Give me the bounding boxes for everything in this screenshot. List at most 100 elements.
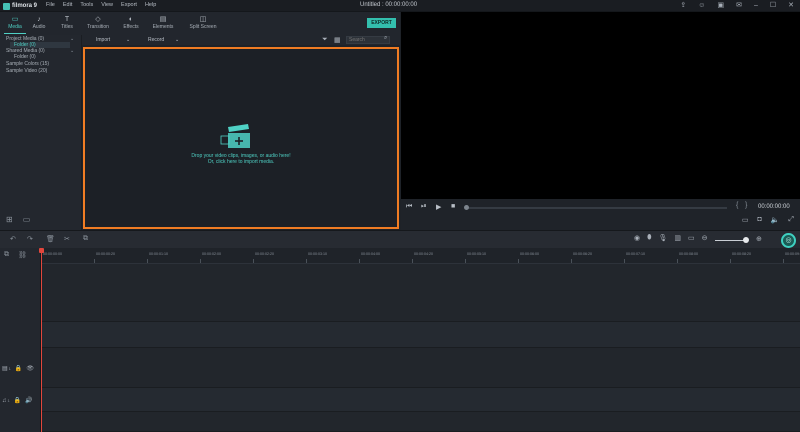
render-button[interactable]: ◎ bbox=[781, 233, 796, 248]
previous-frame-icon[interactable]: ⏮ bbox=[406, 203, 412, 211]
filter-icon[interactable]: ⏷ bbox=[322, 36, 328, 44]
chevron-down-icon[interactable]: ⌄ bbox=[70, 36, 74, 42]
render-preview-icon[interactable]: ◉ bbox=[634, 234, 640, 242]
mark-in-icon[interactable]: { bbox=[736, 202, 738, 209]
chevron-down-icon[interactable]: ⌄ bbox=[175, 37, 179, 43]
window-controls: ⇪ ☺ ▣ ✉ – ☐ ✕ bbox=[680, 1, 794, 11]
account-icon[interactable]: ☺ bbox=[698, 1, 705, 11]
split-screen-icon: ◫ bbox=[199, 16, 207, 23]
marker-icon[interactable]: ⬮ bbox=[647, 234, 651, 242]
gift-icon[interactable]: ▣ bbox=[717, 1, 724, 11]
preview-scrubber[interactable] bbox=[467, 207, 727, 209]
timeline-tools-right: ◉ ⬮ 🎙 ▥ ▭ ⊖ bbox=[634, 234, 708, 242]
microphone-icon[interactable]: 🎙 bbox=[659, 234, 668, 242]
lock-icon[interactable]: 🔒 bbox=[15, 365, 22, 372]
folder-panel: ⌄ Project Media (0) Folder (0) ⌄ Shared … bbox=[0, 35, 82, 230]
redo-icon[interactable]: ↷ bbox=[27, 235, 33, 243]
monitor-icon[interactable]: ▭ bbox=[742, 216, 749, 224]
ruler-tick bbox=[518, 259, 519, 263]
scrubber-handle[interactable] bbox=[464, 205, 469, 210]
empty-lane bbox=[41, 322, 800, 348]
record-dropdown[interactable]: Record bbox=[148, 37, 164, 43]
voiceover-icon[interactable]: ▭ bbox=[688, 234, 695, 242]
volume-icon[interactable]: 🔈 bbox=[771, 216, 780, 224]
ruler-tick-label: 00:00:08:00 bbox=[679, 252, 698, 256]
empty-lane bbox=[41, 412, 800, 432]
folder-sample-colors[interactable]: Sample Colors (15) bbox=[6, 61, 49, 67]
video-track-lane[interactable] bbox=[41, 348, 800, 388]
cut-icon[interactable]: ✂ bbox=[64, 235, 70, 243]
grid-view-icon[interactable]: ▦ bbox=[334, 36, 341, 44]
menu-file[interactable]: File bbox=[46, 2, 55, 8]
folder-actions: ⊞ ▭ bbox=[6, 215, 30, 224]
audio-track-lane[interactable] bbox=[41, 388, 800, 412]
minimize-icon[interactable]: – bbox=[754, 1, 758, 11]
link-icon[interactable]: ⛓ bbox=[18, 251, 27, 259]
tab-split-screen[interactable]: ◫ Split Screen bbox=[186, 15, 220, 30]
app-logo: filmora 9 bbox=[3, 2, 37, 10]
menu-export[interactable]: Export bbox=[121, 2, 137, 8]
ruler-tick bbox=[624, 259, 625, 263]
zoom-out-icon[interactable]: ⊖ bbox=[702, 234, 708, 242]
timeline-ruler[interactable]: 00:00:00:00 00:00:00:20 00:00:01:10 00:00:0… bbox=[41, 248, 800, 264]
menu-edit[interactable]: Edit bbox=[63, 2, 72, 8]
ruler-tick bbox=[571, 259, 572, 263]
add-track-icon[interactable]: ⧉ bbox=[4, 251, 9, 259]
playhead-handle[interactable] bbox=[39, 248, 44, 253]
stop-icon[interactable]: ■ bbox=[451, 203, 455, 210]
playhead[interactable] bbox=[41, 250, 42, 432]
folder-icon[interactable]: ▭ bbox=[23, 215, 31, 224]
search-icon[interactable]: ⌕ bbox=[384, 35, 387, 42]
tab-titles[interactable]: T Titles bbox=[52, 15, 82, 30]
text-icon: T bbox=[64, 16, 70, 23]
tab-label: Titles bbox=[61, 24, 73, 30]
menu-view[interactable]: View bbox=[101, 2, 113, 8]
close-icon[interactable]: ✕ bbox=[788, 1, 794, 11]
ruler-tick-label: 00:00:02:00 bbox=[202, 252, 221, 256]
tab-transition[interactable]: ◇ Transition bbox=[83, 15, 113, 30]
ruler-tick bbox=[253, 259, 254, 263]
folder-shared-folder[interactable]: Folder (0) bbox=[14, 54, 36, 60]
fullscreen-icon[interactable]: ⤢ bbox=[788, 216, 794, 224]
upload-icon[interactable]: ⇪ bbox=[680, 1, 686, 11]
snapshot-icon[interactable]: ◘ bbox=[757, 216, 761, 224]
menu-tools[interactable]: Tools bbox=[80, 2, 93, 8]
timeline-tracks[interactable] bbox=[41, 264, 800, 432]
play-pause-icon[interactable]: ⏯ bbox=[421, 203, 427, 211]
import-bar: Import ⌄ Record ⌄ ⏷ ▦ ⌕ bbox=[82, 35, 400, 45]
new-folder-icon[interactable]: ⊞ bbox=[6, 215, 13, 224]
speaker-icon[interactable]: 🔊 bbox=[25, 397, 32, 404]
zoom-in-icon[interactable]: ⊕ bbox=[756, 235, 762, 243]
undo-icon[interactable]: ↶ bbox=[10, 235, 16, 243]
music-note-icon: ♪ bbox=[37, 16, 41, 23]
ruler-tick-label: 00:00:01:10 bbox=[149, 252, 168, 256]
tab-label: Transition bbox=[87, 24, 109, 30]
maximize-icon[interactable]: ☐ bbox=[770, 1, 776, 11]
export-button[interactable]: EXPORT bbox=[367, 18, 396, 28]
tab-effects[interactable]: ◐ Effects bbox=[116, 15, 146, 30]
import-dropdown[interactable]: Import bbox=[96, 37, 110, 43]
zoom-slider-handle[interactable] bbox=[743, 237, 749, 243]
media-drop-zone[interactable]: Drop your video clips, images, or audio … bbox=[83, 47, 399, 229]
audio-mixer-icon[interactable]: ▥ bbox=[674, 234, 681, 242]
drop-zone-import-link[interactable]: Or, click here to import media. bbox=[85, 159, 397, 165]
folder-sample-video[interactable]: Sample Video (20) bbox=[6, 68, 47, 74]
mail-icon[interactable]: ✉ bbox=[736, 1, 742, 11]
preview-timecode: 00:00:00:00 bbox=[758, 204, 790, 210]
ruler-tick-label: 00:00:03:10 bbox=[308, 252, 327, 256]
tab-audio[interactable]: ♪ Audio bbox=[24, 15, 54, 30]
chevron-down-icon[interactable]: ⌄ bbox=[126, 37, 130, 43]
tab-elements[interactable]: ▤ Elements bbox=[148, 15, 178, 30]
crop-icon[interactable]: ⧉ bbox=[83, 235, 88, 243]
play-icon[interactable]: ▶ bbox=[436, 203, 441, 211]
timeline-toolbar: ↶ ↷ 🗑 ✂ ⧉ ◉ ⬮ 🎙 ▥ ▭ ⊖ ⊕ ◎ bbox=[0, 230, 800, 248]
empty-lane bbox=[41, 264, 800, 322]
delete-icon[interactable]: 🗑 bbox=[46, 235, 55, 243]
mark-out-icon[interactable]: } bbox=[745, 202, 747, 209]
chevron-down-icon[interactable]: ⌄ bbox=[70, 48, 74, 54]
eye-icon[interactable]: 👁 bbox=[26, 365, 34, 372]
lock-icon[interactable]: 🔒 bbox=[14, 397, 21, 404]
video-track-icon: ▤ bbox=[2, 366, 8, 372]
ruler-tick bbox=[783, 259, 784, 263]
menu-help[interactable]: Help bbox=[145, 2, 156, 8]
